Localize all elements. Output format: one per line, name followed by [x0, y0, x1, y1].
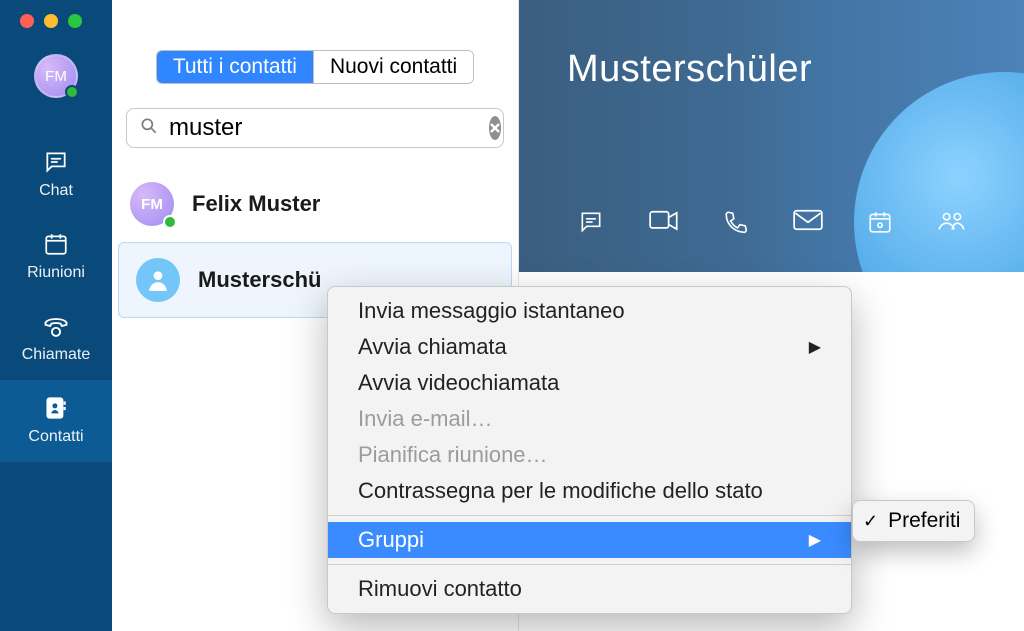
contact-avatar: FM — [130, 182, 174, 226]
zoom-window-button[interactable] — [68, 14, 82, 28]
action-email[interactable] — [793, 209, 823, 240]
contacts-filter-segment: Tutti i contatti Nuovi contatti — [156, 50, 474, 84]
contact-name: Felix Muster — [192, 191, 320, 217]
nav-calls[interactable]: Chiamate — [0, 298, 112, 380]
nav-label: Contatti — [28, 428, 83, 446]
nav-label: Chiamate — [22, 346, 90, 364]
submenu-arrow-icon: ▶ — [809, 530, 821, 550]
minimize-window-button[interactable] — [44, 14, 58, 28]
detail-actions — [577, 209, 967, 240]
submenu-arrow-icon: ▶ — [809, 337, 821, 357]
menu-remove-contact[interactable]: Rimuovi contatto — [328, 571, 851, 607]
segment-all-contacts[interactable]: Tutti i contatti — [157, 51, 313, 83]
action-schedule[interactable] — [867, 209, 893, 240]
nav-label: Riunioni — [27, 264, 85, 282]
nav-label: Chat — [39, 182, 73, 200]
action-chat[interactable] — [577, 209, 605, 240]
menu-send-email: Invia e-mail… — [328, 401, 851, 437]
nav-contacts[interactable]: Contatti — [0, 380, 112, 462]
action-group[interactable] — [937, 209, 967, 240]
menu-watch-status[interactable]: Contrassegna per le modifiche dello stat… — [328, 473, 851, 509]
context-submenu: ✓ Preferiti — [852, 500, 975, 542]
detail-hero: Musterschüler — [519, 0, 1024, 272]
contact-detail-title: Musterschüler — [567, 48, 812, 91]
search-field[interactable] — [126, 108, 504, 148]
action-call[interactable] — [723, 209, 749, 240]
check-icon: ✓ — [863, 511, 878, 532]
clear-search-button[interactable] — [489, 116, 501, 140]
contact-row[interactable]: FM Felix Muster — [112, 166, 518, 242]
presence-indicator — [163, 215, 177, 229]
search-input[interactable] — [169, 114, 479, 142]
detail-avatar-circle — [854, 72, 1024, 272]
context-menu: Invia messaggio istantaneo Avvia chiamat… — [327, 286, 852, 614]
presence-indicator — [65, 85, 79, 99]
nav-items: Chat Riunioni Chiamate Contatti — [0, 134, 112, 462]
menu-send-im[interactable]: Invia messaggio istantaneo — [328, 293, 851, 329]
contact-avatar — [136, 258, 180, 302]
menu-separator — [328, 564, 851, 565]
action-video[interactable] — [649, 209, 679, 240]
segment-new-contacts[interactable]: Nuovi contatti — [313, 51, 473, 83]
menu-start-call[interactable]: Avvia chiamata ▶ — [328, 329, 851, 365]
nav-meetings[interactable]: Riunioni — [0, 216, 112, 298]
search-icon — [139, 116, 159, 141]
user-avatar-initials: FM — [45, 68, 67, 85]
contact-name: Musterschü — [198, 267, 321, 293]
nav-chat[interactable]: Chat — [0, 134, 112, 216]
sidebar: FM Chat Riunioni Chiamate Contatt — [0, 0, 112, 631]
menu-separator — [328, 515, 851, 516]
close-window-button[interactable] — [20, 14, 34, 28]
menu-start-video[interactable]: Avvia videochiamata — [328, 365, 851, 401]
calendar-icon — [42, 230, 70, 258]
contacts-icon — [42, 394, 70, 422]
user-avatar[interactable]: FM — [34, 54, 78, 98]
window-controls — [20, 0, 82, 52]
menu-groups[interactable]: Gruppi ▶ — [328, 522, 851, 558]
phone-classic-icon — [42, 312, 70, 340]
menu-schedule-meeting: Pianifica riunione… — [328, 437, 851, 473]
chat-icon — [42, 148, 70, 176]
submenu-item-favorites[interactable]: Preferiti — [888, 509, 960, 533]
